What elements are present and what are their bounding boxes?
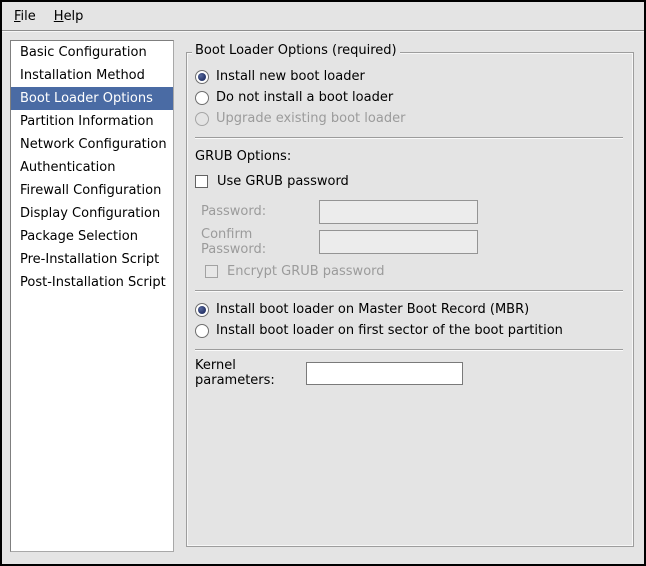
sidebar-item-pre-installation-script[interactable]: Pre-Installation Script bbox=[11, 248, 173, 271]
boot-loader-options-panel: Boot Loader Options (required) Install n… bbox=[186, 46, 634, 553]
radio-install-on-mbr[interactable]: Install boot loader on Master Boot Recor… bbox=[195, 299, 623, 320]
kernel-parameters-label: Kernel parameters: bbox=[195, 358, 306, 388]
radio-button-icon bbox=[195, 112, 209, 126]
menu-file[interactable]: File bbox=[6, 5, 44, 28]
radio-button-icon bbox=[195, 324, 209, 338]
separator bbox=[195, 137, 623, 139]
sidebar-item-firewall-configuration[interactable]: Firewall Configuration bbox=[11, 179, 173, 202]
checkbox-icon bbox=[205, 265, 218, 278]
menu-file-rest: ile bbox=[21, 9, 36, 24]
checkbox-label: Use GRUB password bbox=[217, 174, 349, 189]
radio-button-icon bbox=[195, 303, 209, 317]
radio-button-icon bbox=[195, 70, 209, 84]
menu-help-mnemonic: H bbox=[54, 9, 64, 24]
menu-help[interactable]: Help bbox=[46, 5, 92, 28]
sidebar-item-basic-configuration[interactable]: Basic Configuration bbox=[11, 41, 173, 64]
boot-loader-options-frame: Install new boot loader Do not install a… bbox=[186, 52, 634, 547]
password-label: Password: bbox=[201, 204, 319, 219]
radio-button-icon bbox=[195, 91, 209, 105]
radio-do-not-install-boot-loader[interactable]: Do not install a boot loader bbox=[195, 87, 623, 108]
checkbox-use-grub-password[interactable]: Use GRUB password bbox=[195, 171, 623, 192]
radio-install-new-boot-loader[interactable]: Install new boot loader bbox=[195, 66, 623, 87]
separator bbox=[195, 349, 623, 351]
sidebar-item-partition-information[interactable]: Partition Information bbox=[11, 110, 173, 133]
kernel-parameters-row: Kernel parameters: bbox=[195, 358, 623, 388]
separator bbox=[195, 290, 623, 292]
grub-confirm-password-input bbox=[319, 230, 478, 254]
radio-label: Do not install a boot loader bbox=[216, 90, 393, 105]
radio-upgrade-existing-boot-loader: Upgrade existing boot loader bbox=[195, 108, 623, 129]
grub-confirm-password-row: Confirm Password: bbox=[201, 231, 623, 252]
main-content: Basic Configuration Installation Method … bbox=[2, 31, 644, 562]
sidebar-item-package-selection[interactable]: Package Selection bbox=[11, 225, 173, 248]
radio-install-on-first-sector[interactable]: Install boot loader on first sector of t… bbox=[195, 320, 623, 341]
checkbox-label: Encrypt GRUB password bbox=[227, 264, 385, 279]
radio-label: Install new boot loader bbox=[216, 69, 365, 84]
radio-label: Upgrade existing boot loader bbox=[216, 111, 405, 126]
radio-label: Install boot loader on first sector of t… bbox=[216, 323, 563, 338]
frame-title: Boot Loader Options (required) bbox=[192, 43, 400, 58]
sidebar-item-network-configuration[interactable]: Network Configuration bbox=[11, 133, 173, 156]
kernel-parameters-input[interactable] bbox=[306, 362, 463, 385]
radio-label: Install boot loader on Master Boot Recor… bbox=[216, 302, 529, 317]
grub-options-label: GRUB Options: bbox=[195, 146, 623, 167]
sidebar-nav: Basic Configuration Installation Method … bbox=[10, 40, 174, 552]
sidebar-item-installation-method[interactable]: Installation Method bbox=[11, 64, 173, 87]
checkbox-encrypt-grub-password: Encrypt GRUB password bbox=[205, 261, 623, 282]
grub-password-row: Password: bbox=[201, 201, 623, 222]
sidebar-item-boot-loader-options[interactable]: Boot Loader Options bbox=[11, 87, 173, 110]
sidebar-item-display-configuration[interactable]: Display Configuration bbox=[11, 202, 173, 225]
checkbox-icon bbox=[195, 175, 208, 188]
confirm-password-label: Confirm Password: bbox=[201, 227, 319, 257]
menubar: File Help bbox=[2, 2, 644, 31]
menu-help-rest: elp bbox=[64, 9, 84, 24]
sidebar-item-authentication[interactable]: Authentication bbox=[11, 156, 173, 179]
sidebar-item-post-installation-script[interactable]: Post-Installation Script bbox=[11, 271, 173, 294]
grub-password-input bbox=[319, 200, 478, 224]
